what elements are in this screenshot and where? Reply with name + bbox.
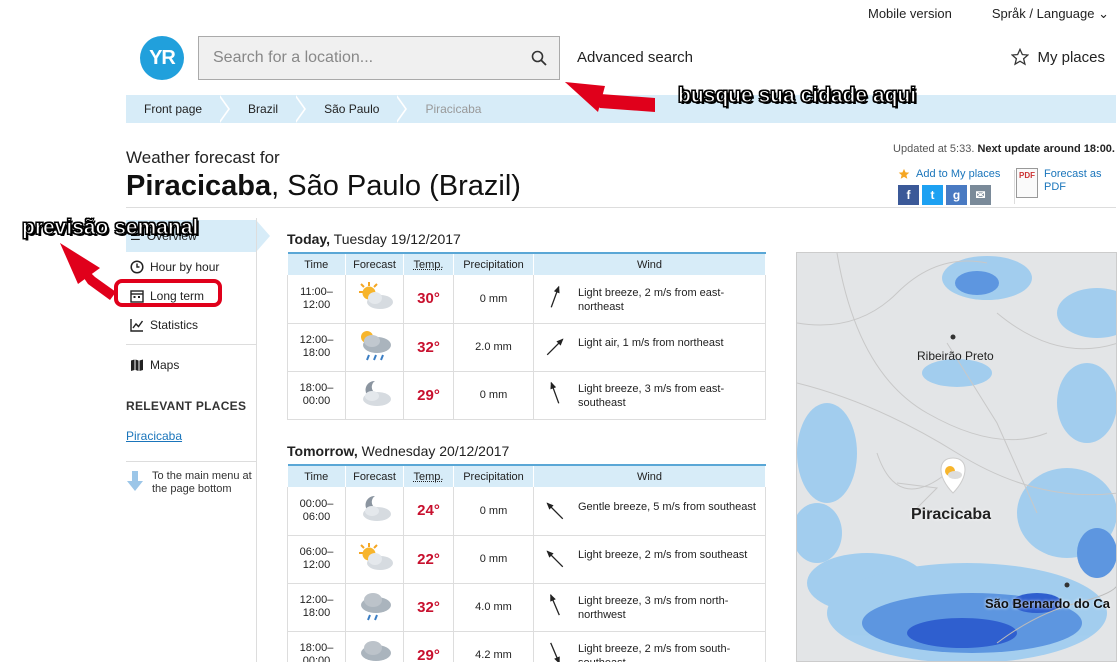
highlight-box [114, 279, 222, 307]
annotation-arrows [60, 82, 655, 300]
annotation-weekly-hint: previsão semanal [21, 216, 199, 240]
annotation-search-hint: busque sua cidade aqui [677, 84, 917, 108]
